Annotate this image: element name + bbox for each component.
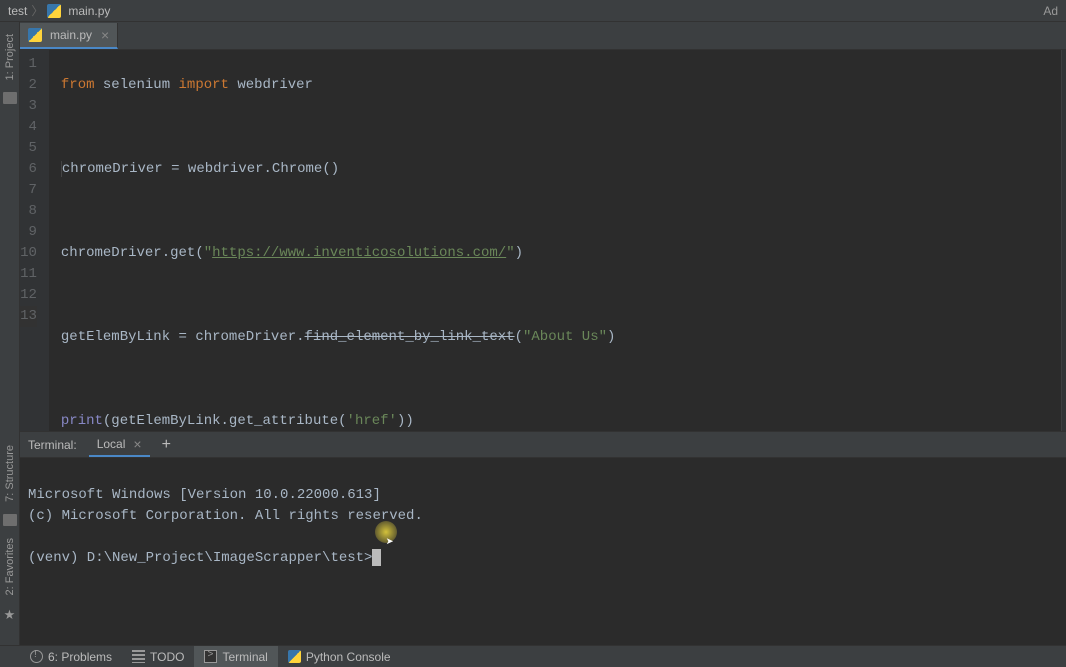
python-file-icon xyxy=(47,4,61,18)
folder-icon[interactable] xyxy=(3,92,17,104)
sidebar-project[interactable]: 1: Project xyxy=(4,34,16,80)
cursor-icon: ➤ xyxy=(386,532,394,553)
terminal-tab-local[interactable]: Local × xyxy=(89,433,150,457)
code-editor[interactable]: 1 2 3 4 5 6 7 8 9 10 11 12 13 from selen… xyxy=(20,50,1066,431)
terminal-header: Terminal: Local × + xyxy=(20,432,1066,458)
chevron-right-icon: 〉 xyxy=(31,2,43,19)
bottom-tool-bar: 6: Problems TODO Terminal Python Console xyxy=(0,645,1066,667)
terminal-icon xyxy=(204,650,217,663)
terminal-body[interactable]: Microsoft Windows [Version 10.0.22000.61… xyxy=(20,458,1066,645)
bottom-todo[interactable]: TODO xyxy=(122,646,194,667)
bottom-python-console[interactable]: Python Console xyxy=(278,646,401,667)
tab-label: main.py xyxy=(50,28,92,42)
breadcrumb-bar: test 〉 main.py Ad xyxy=(0,0,1066,22)
sidebar-favorites[interactable]: 2: Favorites xyxy=(4,538,16,595)
breadcrumb-file[interactable]: main.py xyxy=(68,4,110,18)
top-right-label[interactable]: Ad xyxy=(1043,4,1058,18)
problems-icon xyxy=(30,650,43,663)
editor-tabs: main.py × xyxy=(20,22,1066,50)
close-icon[interactable]: × xyxy=(133,436,141,452)
bottom-terminal[interactable]: Terminal xyxy=(194,646,277,667)
sidebar-structure[interactable]: 7: Structure xyxy=(4,445,16,502)
breadcrumb[interactable]: test 〉 main.py xyxy=(8,2,110,19)
left-tool-sidebar: 1: Project 7: Structure 2: Favorites ★ xyxy=(0,22,20,645)
breadcrumb-root[interactable]: test xyxy=(8,4,27,18)
todo-icon xyxy=(132,650,145,663)
python-file-icon xyxy=(28,28,42,42)
code-content[interactable]: from selenium import webdriver chromeDri… xyxy=(49,50,1061,431)
star-icon[interactable]: ★ xyxy=(3,607,17,619)
plus-icon[interactable]: + xyxy=(162,436,171,454)
terminal-title: Terminal: xyxy=(28,438,77,452)
terminal-cursor xyxy=(372,549,381,566)
terminal-panel: Terminal: Local × + Microsoft Windows [V… xyxy=(20,431,1066,645)
inspection-gutter xyxy=(1061,50,1066,431)
line-gutter: 1 2 3 4 5 6 7 8 9 10 11 12 13 xyxy=(20,50,49,431)
close-icon[interactable]: × xyxy=(101,27,109,43)
python-icon xyxy=(288,650,301,663)
structure-icon[interactable] xyxy=(3,514,17,526)
bottom-problems[interactable]: 6: Problems xyxy=(20,646,122,667)
tab-main-py[interactable]: main.py × xyxy=(20,23,118,49)
